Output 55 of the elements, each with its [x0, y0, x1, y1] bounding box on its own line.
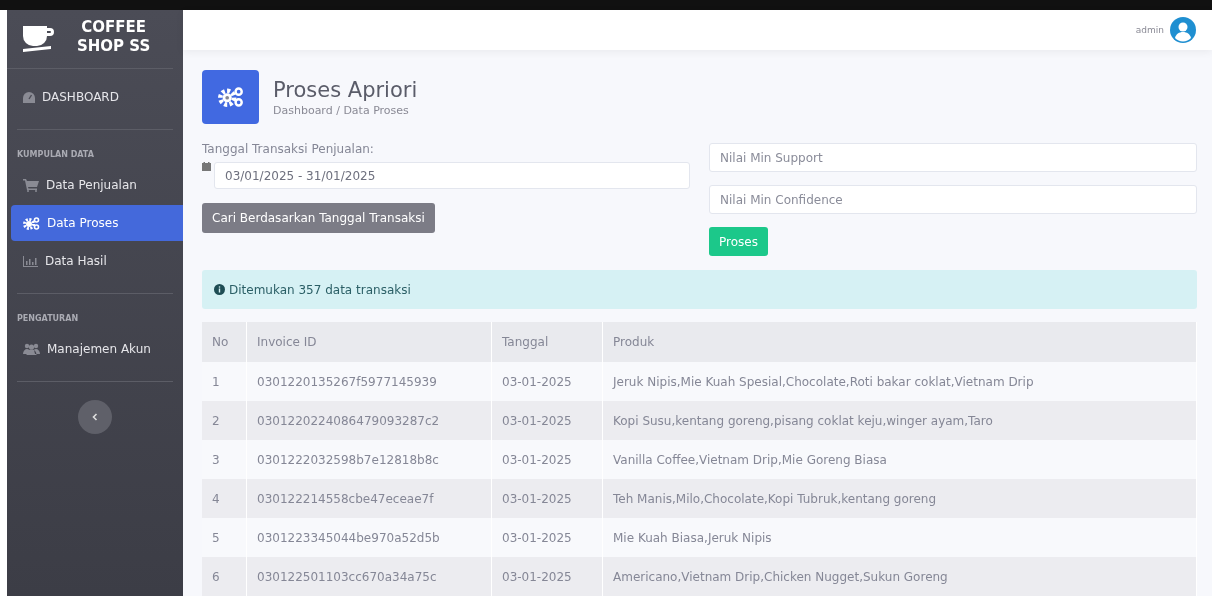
table-cell: 0301222032598b7e12818b8c [246, 440, 492, 479]
column-header: Tanggal [491, 322, 603, 362]
column-header: Invoice ID [246, 322, 492, 362]
table-cell: Mie Kuah Biasa,Jeruk Nipis [602, 518, 1197, 557]
table-cell: Teh Manis,Milo,Chocolate,Kopi Tubruk,kentang goreng [602, 479, 1197, 518]
nav-item[interactable]: Manajemen Akun [11, 331, 183, 367]
cart-icon [23, 178, 39, 192]
column-header: Produk [602, 322, 1197, 362]
gauge-icon [23, 91, 35, 103]
nav-item[interactable]: Data Proses [11, 205, 183, 241]
page-title: Proses Apriori [273, 77, 418, 102]
table-cell: 6 [202, 557, 247, 596]
table-cell: Americano,Vietnam Drip,Chicken Nugget,Sukun Goreng [602, 557, 1197, 596]
table-cell: Vanilla Coffee,Vietnam Drip,Mie Goreng Biasa [602, 440, 1197, 479]
date-range-field[interactable]: 03/01/2025 - 31/01/2025 [214, 162, 690, 189]
section-heading: KUMPULAN DATA [16, 149, 95, 161]
brand-name: COFFEE SHOP SS [77, 18, 151, 56]
table-cell: 0301223345044be970a52d5b [246, 518, 492, 557]
calendar-icon [202, 162, 211, 171]
table-cell: 03-01-2025 [491, 479, 603, 518]
column-header: No [202, 322, 247, 362]
table-cell: 030122501103cc670a34a75c [246, 557, 492, 596]
collapse-button[interactable] [78, 400, 112, 434]
username: admin [1135, 25, 1164, 35]
table-cell: 5 [202, 518, 247, 557]
table-cell: 2 [202, 401, 247, 440]
section-heading: PENGATURAN [16, 313, 80, 325]
gears-icon [23, 216, 40, 230]
bar-chart-icon [23, 255, 38, 267]
table-cell: 03-01-2025 [491, 362, 603, 401]
nav-item[interactable]: Data Penjualan [11, 167, 183, 203]
input-field[interactable]: Nilai Min Support [709, 143, 1197, 172]
nav-item[interactable]: DASHBOARD [11, 79, 183, 115]
user-avatar-icon[interactable] [1170, 17, 1196, 43]
info-icon [214, 284, 225, 295]
table-cell: 0301220224086479093287c2 [246, 401, 492, 440]
search-by-date-button[interactable]: Cari Berdasarkan Tanggal Transaksi [202, 203, 435, 233]
input-field[interactable]: Nilai Min Confidence [709, 185, 1197, 214]
field-label: Tanggal Transaksi Penjualan: [202, 142, 375, 156]
table-cell: 03-01-2025 [491, 401, 603, 440]
table-cell: 030122214558cbe47eceae7f [246, 479, 492, 518]
table-cell: 0301220135267f5977145939 [246, 362, 492, 401]
nav-item[interactable]: Data Hasil [11, 243, 183, 279]
table-cell: Jeruk Nipis,Mie Kuah Spesial,Chocolate,Roti bakar coklat,Vietnam Drip [602, 362, 1197, 401]
users-icon [23, 343, 40, 355]
table-cell: 03-01-2025 [491, 518, 603, 557]
table-cell: 4 [202, 479, 247, 518]
breadcrumb: Dashboard / Data Proses [273, 103, 410, 117]
table-cell: 3 [202, 440, 247, 479]
table-cell: Kopi Susu,kentang goreng,pisang coklat keju,winger ayam,Taro [602, 401, 1197, 440]
table-cell: 03-01-2025 [491, 557, 603, 596]
table-cell: 1 [202, 362, 247, 401]
table-cell: 03-01-2025 [491, 440, 603, 479]
gears-icon [217, 87, 244, 107]
alert-text: Ditemukan 357 data transaksi [229, 282, 411, 297]
